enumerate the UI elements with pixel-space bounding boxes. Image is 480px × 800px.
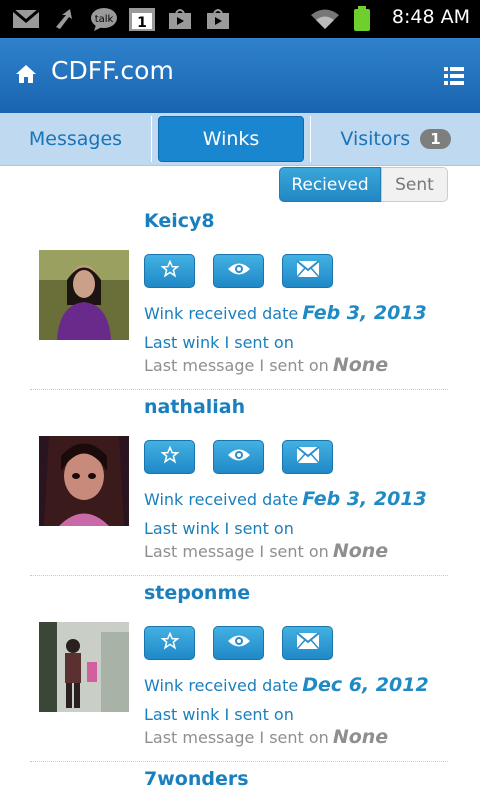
wink-received-date: Feb 3, 2013 <box>302 302 427 324</box>
play-store-icon <box>206 8 230 30</box>
view-profile-button[interactable] <box>213 254 264 288</box>
battery-icon <box>352 6 372 31</box>
received-toggle-button[interactable]: Recieved <box>279 167 381 202</box>
tab-bar: Messages Winks Visitors 1 <box>0 113 480 166</box>
list-item: nathaliah Wink received date Feb 3, 2013 … <box>30 390 448 576</box>
last-message-label: Last message I sent on <box>144 356 329 375</box>
last-message-value: None <box>332 540 389 562</box>
view-profile-button[interactable] <box>213 626 264 660</box>
tab-visitors-label: Visitors <box>340 128 411 150</box>
envelope-icon <box>295 446 320 468</box>
last-message-row: Last message I sent on None <box>144 540 388 562</box>
calendar-icon: 1 <box>128 8 156 31</box>
last-wink-row: Last wink I sent on <box>144 703 298 725</box>
username-link[interactable]: 7wonders <box>144 768 249 790</box>
tab-winks-label: Winks <box>202 128 260 150</box>
talk-icon: talk <box>90 8 118 31</box>
wink-received-label: Wink received date <box>144 490 299 509</box>
wink-received-row: Wink received date Dec 6, 2012 <box>144 674 429 696</box>
send-message-button[interactable] <box>282 440 333 474</box>
last-wink-label: Last wink I sent on <box>144 333 294 352</box>
wink-received-label: Wink received date <box>144 676 299 695</box>
svg-text:talk: talk <box>95 14 114 25</box>
sync-icon <box>52 8 80 30</box>
last-wink-label: Last wink I sent on <box>144 705 294 724</box>
username-link[interactable]: nathaliah <box>144 396 245 418</box>
list-item: 7wonders <box>30 762 448 800</box>
tab-messages[interactable]: Messages <box>0 116 152 162</box>
last-wink-row: Last wink I sent on <box>144 517 298 539</box>
last-message-value: None <box>332 726 389 748</box>
username-link[interactable]: Keicy8 <box>144 210 215 232</box>
play-store-icon <box>168 8 192 30</box>
app-title[interactable]: CDFF.com <box>51 56 174 85</box>
envelope-icon <box>295 260 320 282</box>
wink-received-row: Wink received date Feb 3, 2013 <box>144 488 427 510</box>
star-icon <box>159 631 180 654</box>
send-message-button[interactable] <box>282 626 333 660</box>
last-message-value: None <box>332 354 389 376</box>
tab-visitors[interactable]: Visitors 1 <box>310 116 480 162</box>
app-header: CDFF.com <box>0 38 480 113</box>
visitors-count-badge: 1 <box>420 129 451 149</box>
wink-received-label: Wink received date <box>144 304 299 323</box>
favorite-button[interactable] <box>144 440 195 474</box>
home-icon[interactable] <box>14 62 38 86</box>
last-wink-label: Last wink I sent on <box>144 519 294 538</box>
envelope-icon <box>295 632 320 654</box>
favorite-button[interactable] <box>144 254 195 288</box>
star-icon <box>159 259 180 282</box>
favorite-button[interactable] <box>144 626 195 660</box>
star-icon <box>159 445 180 468</box>
last-message-label: Last message I sent on <box>144 728 329 747</box>
eye-icon <box>227 447 251 467</box>
view-profile-button[interactable] <box>213 440 264 474</box>
svg-text:1: 1 <box>137 15 147 31</box>
avatar[interactable] <box>39 436 129 526</box>
username-link[interactable]: steponme <box>144 582 250 604</box>
avatar[interactable] <box>39 250 129 340</box>
eye-icon <box>227 633 251 653</box>
last-message-row: Last message I sent on None <box>144 354 388 376</box>
gmail-icon <box>12 8 40 30</box>
wink-received-date: Feb 3, 2013 <box>302 488 427 510</box>
last-message-row: Last message I sent on None <box>144 726 388 748</box>
last-message-label: Last message I sent on <box>144 542 329 561</box>
tab-winks[interactable]: Winks <box>158 116 304 162</box>
sent-toggle-button[interactable]: Sent <box>381 167 448 202</box>
wink-received-row: Wink received date Feb 3, 2013 <box>144 302 427 324</box>
list-item: Keicy8 Wink received date Feb 3, 2013 Las… <box>30 204 448 390</box>
eye-icon <box>227 261 251 281</box>
last-wink-row: Last wink I sent on <box>144 331 298 353</box>
list-item: steponme Wink received date Dec 6, 2012 L… <box>30 576 448 762</box>
avatar[interactable] <box>39 622 129 712</box>
status-bar: talk 1 8:48 AM <box>0 0 480 38</box>
wifi-icon <box>310 8 340 30</box>
status-time: 8:48 AM <box>391 6 470 28</box>
tab-messages-label: Messages <box>28 128 123 150</box>
wink-received-date: Dec 6, 2012 <box>302 674 429 696</box>
list-menu-icon[interactable] <box>444 66 464 86</box>
send-message-button[interactable] <box>282 254 333 288</box>
